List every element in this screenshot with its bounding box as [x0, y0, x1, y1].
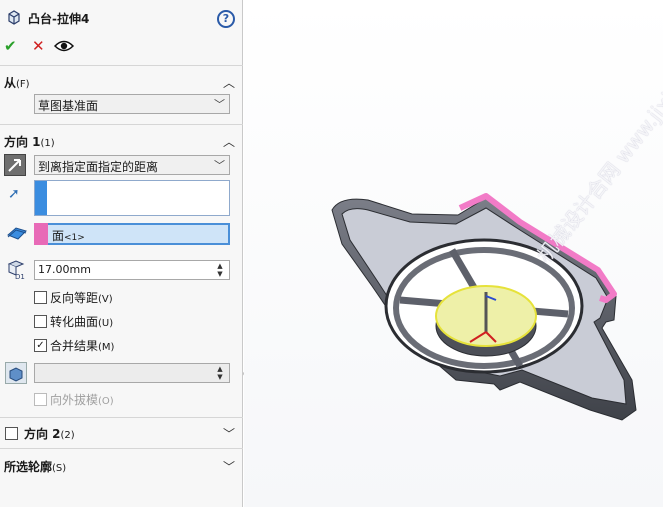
ok-button[interactable]: ✔: [4, 37, 17, 55]
cancel-button[interactable]: ✕: [32, 37, 45, 55]
feature-title: 凸台-拉伸4: [28, 12, 90, 26]
draft-angle-input[interactable]: ▲ ▼: [34, 363, 230, 383]
chevron-down-icon[interactable]: ﹀: [223, 458, 235, 475]
chevron-down-icon: ﹀: [214, 159, 225, 172]
direction-vector-selection-box[interactable]: [34, 180, 230, 216]
selected-face-label: 面<1>: [52, 229, 85, 243]
chevron-down-icon[interactable]: ﹀: [223, 425, 235, 442]
extrude-boss-icon: [8, 10, 20, 25]
direction2-checkbox[interactable]: [5, 427, 18, 440]
translate-surface-label: 转化曲面(U): [50, 315, 114, 329]
checkbox-box[interactable]: [34, 393, 47, 406]
draft-outward-label: 向外拔模(O): [50, 393, 114, 407]
depth-input[interactable]: 17.00mm ▲ ▼: [34, 260, 230, 280]
preview-eye-icon[interactable]: [54, 39, 74, 53]
divider: [0, 448, 243, 449]
chevron-up-icon[interactable]: ︿: [223, 133, 235, 150]
direction-vector-icon: ➚: [8, 186, 20, 202]
divider: [0, 124, 243, 125]
end-condition-value: 到离指定面指定的距离: [38, 160, 159, 174]
end-condition-select[interactable]: 到离指定面指定的距离 ﹀: [34, 155, 230, 175]
selected-contours-label: 所选轮廓(S): [4, 460, 67, 474]
divider: [0, 417, 243, 418]
direction1-section-header[interactable]: 方向 1(1) ︿: [0, 131, 243, 151]
depth-dimension-icon: D1: [7, 260, 25, 280]
direction2-section-label: 方向 2(2): [24, 427, 75, 441]
chevron-down-icon: ﹀: [214, 98, 225, 111]
chevron-up-icon[interactable]: ︿: [223, 74, 235, 91]
help-icon[interactable]: ?: [217, 10, 235, 28]
title-bar: 凸台-拉伸4 ?: [0, 0, 243, 34]
direction1-section-label: 方向 1(1): [4, 135, 55, 149]
spin-stepper[interactable]: ▲ ▼: [213, 262, 227, 278]
reverse-offset-label: 反向等距(V): [50, 291, 113, 305]
direction2-section-header[interactable]: 方向 2(2) ﹀: [0, 423, 243, 443]
selected-contours-section-header[interactable]: 所选轮廓(S) ﹀: [0, 456, 243, 476]
spin-stepper[interactable]: ▲ ▼: [213, 365, 227, 381]
divider: [0, 65, 243, 66]
merge-result-label: 合并结果(M): [50, 339, 115, 353]
from-section-label: 从(F): [4, 76, 30, 90]
checkbox-box[interactable]: [34, 315, 47, 328]
svg-text:D1: D1: [15, 273, 25, 280]
face-offset-icon: [7, 227, 27, 240]
selection-color-swatch: [34, 223, 48, 245]
draft-toggle-icon[interactable]: [5, 362, 27, 384]
model-3d-view[interactable]: [244, 0, 663, 507]
from-condition-select[interactable]: 草图基准面 ﹀: [34, 94, 230, 114]
checkbox-box[interactable]: [34, 291, 47, 304]
reverse-direction-icon[interactable]: [4, 154, 26, 176]
offset-face-selection-box[interactable]: 面<1>: [34, 223, 230, 245]
from-condition-value: 草图基准面: [38, 99, 99, 113]
property-manager-panel: 凸台-拉伸4 ? ✔ ✕ 从(F) ︿ 草图基准面 ﹀ 方向 1(1) ︿ 到离…: [0, 0, 243, 507]
checkbox-box[interactable]: ✓: [34, 339, 47, 352]
from-section-header[interactable]: 从(F) ︿: [0, 72, 243, 92]
depth-value: 17.00mm: [38, 263, 91, 276]
graphics-viewport[interactable]: 机械设计合网 www.jixie.com: [244, 0, 663, 507]
selection-color-swatch: [35, 181, 47, 215]
